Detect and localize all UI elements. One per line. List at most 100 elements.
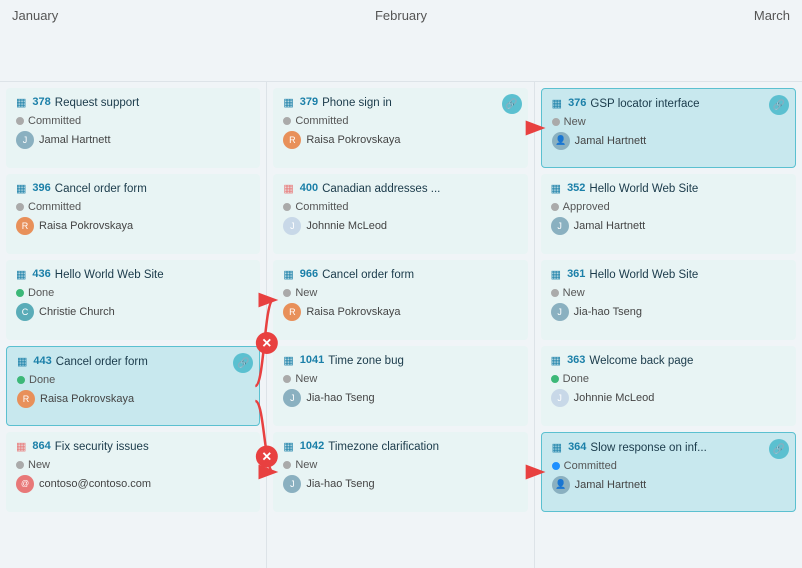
card-user: J Jia-hao Tseng (283, 475, 517, 493)
card-title: Cancel order form (322, 268, 414, 283)
card-400[interactable]: ▦ 400 Canadian addresses ... Committed J… (273, 174, 527, 254)
user-name: Jia-hao Tseng (306, 478, 374, 490)
card-status: New (552, 116, 785, 128)
status-text: New (295, 459, 317, 471)
status-dot (283, 289, 291, 297)
card-id: 1041 (300, 354, 324, 366)
status-dot (16, 289, 24, 297)
card-443[interactable]: ▦ 443 Cancel order form Done R Raisa Pok… (6, 346, 260, 426)
grid-icon: ▦ (551, 268, 561, 281)
card-user: R Raisa Pokrovskaya (16, 217, 250, 235)
column-header-february: February (267, 0, 534, 82)
card-user: J Jia-hao Tseng (551, 303, 786, 321)
grid-icon: ▦ (16, 440, 26, 453)
card-status: Committed (283, 115, 517, 127)
grid-icon: ▦ (551, 354, 561, 367)
card-436[interactable]: ▦ 436 Hello World Web Site Done C Christ… (6, 260, 260, 340)
avatar: 👤 (552, 132, 570, 150)
card-title: Slow response on inf... (590, 441, 706, 456)
user-name: Raisa Pokrovskaya (306, 306, 400, 318)
card-id: 352 (567, 182, 585, 194)
card-title: Cancel order form (55, 182, 147, 197)
card-title: Cancel order form (56, 355, 148, 370)
link-icon[interactable]: 🔗 (233, 353, 253, 373)
card-1042[interactable]: ▦ 1042 Timezone clarification New J Jia-… (273, 432, 527, 512)
avatar: R (283, 131, 301, 149)
card-364[interactable]: ▦ 364 Slow response on inf... Committed … (541, 432, 796, 512)
card-user: J Johnnie McLeod (283, 217, 517, 235)
card-user: R Raisa Pokrovskaya (283, 303, 517, 321)
avatar: R (16, 217, 34, 235)
link-icon[interactable]: 🔗 (769, 439, 789, 459)
card-title: Welcome back page (589, 354, 693, 369)
card-title: Time zone bug (328, 354, 404, 369)
status-dot (16, 203, 24, 211)
card-user: @ contoso@contoso.com (16, 475, 250, 493)
grid-icon: ▦ (283, 96, 293, 109)
user-name: Raisa Pokrovskaya (306, 134, 400, 146)
card-title-row: ▦ 361 Hello World Web Site (551, 268, 786, 283)
cards-march: ▦ 376 GSP locator interface New 👤 Jamal … (535, 82, 802, 568)
card-id: 1042 (300, 440, 324, 452)
card-1041[interactable]: ▦ 1041 Time zone bug New J Jia-hao Tseng (273, 346, 527, 426)
card-title-row: ▦ 352 Hello World Web Site (551, 182, 786, 197)
card-status: Committed (16, 115, 250, 127)
status-dot (551, 375, 559, 383)
user-name: Jamal Hartnett (575, 135, 647, 147)
status-dot (551, 203, 559, 211)
status-dot (283, 375, 291, 383)
status-dot (16, 117, 24, 125)
status-dot (283, 117, 291, 125)
card-status: Committed (283, 201, 517, 213)
status-dot (552, 118, 560, 126)
card-966[interactable]: ▦ 966 Cancel order form New R Raisa Pokr… (273, 260, 527, 340)
card-status: Committed (552, 460, 785, 472)
grid-icon: ▦ (552, 97, 562, 110)
status-dot (283, 203, 291, 211)
card-864[interactable]: ▦ 864 Fix security issues New @ contoso@… (6, 432, 260, 512)
status-dot (552, 462, 560, 470)
card-363[interactable]: ▦ 363 Welcome back page Done J Johnnie M… (541, 346, 796, 426)
column-header-march: March (535, 0, 802, 82)
avatar: 👤 (552, 476, 570, 494)
grid-icon: ▦ (283, 268, 293, 281)
link-icon[interactable]: 🔗 (769, 95, 789, 115)
card-396[interactable]: ▦ 396 Cancel order form Committed R Rais… (6, 174, 260, 254)
card-361[interactable]: ▦ 361 Hello World Web Site New J Jia-hao… (541, 260, 796, 340)
avatar: J (283, 217, 301, 235)
user-name: Jia-hao Tseng (306, 392, 374, 404)
status-text: Done (28, 287, 54, 299)
card-id: 376 (568, 97, 586, 109)
card-user: 👤 Jamal Hartnett (552, 132, 785, 150)
avatar: C (16, 303, 34, 321)
card-title-row: ▦ 396 Cancel order form (16, 182, 250, 197)
calendar-grid: January February March ▦ 378 Request sup… (0, 0, 802, 568)
card-352[interactable]: ▦ 352 Hello World Web Site Approved J Ja… (541, 174, 796, 254)
card-id: 443 (33, 355, 51, 367)
card-id: 361 (567, 268, 585, 280)
card-user: C Christie Church (16, 303, 250, 321)
avatar: J (551, 303, 569, 321)
user-name: Raisa Pokrovskaya (40, 393, 134, 405)
card-id: 396 (32, 182, 50, 194)
status-text: Approved (563, 201, 610, 213)
link-icon[interactable]: 🔗 (502, 94, 522, 114)
grid-icon: ▦ (16, 182, 26, 195)
card-379[interactable]: ▦ 379 Phone sign in Committed R Raisa Po… (273, 88, 527, 168)
card-376[interactable]: ▦ 376 GSP locator interface New 👤 Jamal … (541, 88, 796, 168)
card-title: Hello World Web Site (55, 268, 164, 283)
status-text: New (295, 287, 317, 299)
card-378[interactable]: ▦ 378 Request support Committed J Jamal … (6, 88, 260, 168)
status-dot (17, 376, 25, 384)
card-id: 379 (300, 96, 318, 108)
cards-january: ▦ 378 Request support Committed J Jamal … (0, 82, 266, 568)
grid-icon: ▦ (17, 355, 27, 368)
card-status: New (283, 373, 517, 385)
card-user: J Jamal Hartnett (551, 217, 786, 235)
card-user: R Raisa Pokrovskaya (17, 390, 249, 408)
grid-icon: ▦ (16, 96, 26, 109)
card-user: J Jamal Hartnett (16, 131, 250, 149)
card-user: J Jia-hao Tseng (283, 389, 517, 407)
grid-icon: ▦ (552, 441, 562, 454)
card-id: 400 (300, 182, 318, 194)
